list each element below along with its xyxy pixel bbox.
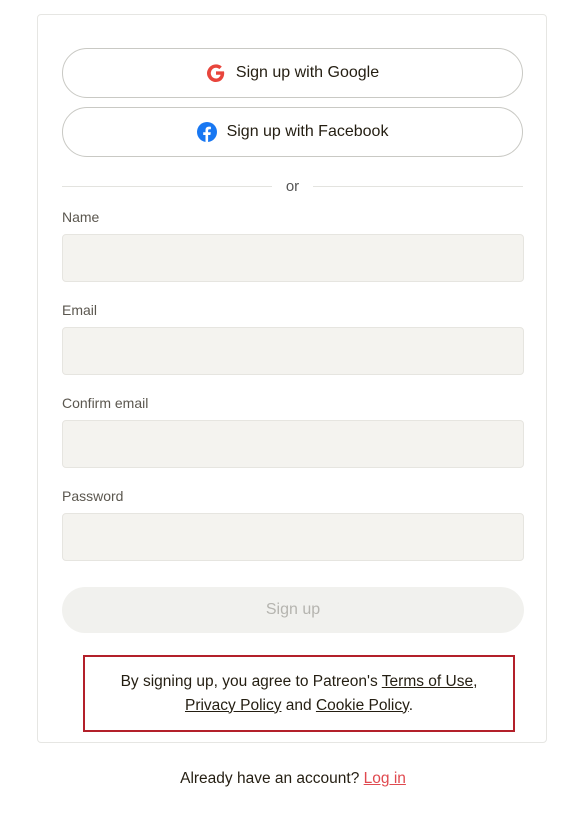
terms-line-1: By signing up, you agree to Patreon's Te… — [121, 670, 478, 694]
terms-notice: By signing up, you agree to Patreon's Te… — [83, 655, 515, 732]
cookie-policy-link[interactable]: Cookie Policy — [316, 697, 409, 714]
sign-up-button[interactable]: Sign up — [62, 587, 524, 633]
google-icon — [206, 63, 226, 83]
signup-card: Sign up with Google Sign up with Faceboo… — [37, 14, 547, 743]
privacy-policy-link[interactable]: Privacy Policy — [185, 697, 281, 714]
terms-of-use-link[interactable]: Terms of Use — [382, 673, 473, 690]
terms-prefix: By signing up, you agree to Patreon's — [120, 672, 382, 690]
google-signup-label: Sign up with Google — [235, 64, 380, 81]
divider-line-right — [313, 185, 523, 187]
confirm-email-input[interactable] — [62, 420, 524, 468]
password-input[interactable] — [62, 513, 524, 561]
terms-line-2: Privacy Policy and Cookie Policy. — [185, 694, 413, 718]
google-signup-button[interactable]: Sign up with Google — [62, 48, 523, 98]
or-text: or — [285, 177, 300, 195]
name-input[interactable] — [62, 234, 524, 282]
email-label: Email — [62, 302, 98, 318]
divider-line-left — [62, 185, 272, 187]
or-divider: or — [62, 175, 523, 197]
facebook-icon — [196, 122, 217, 142]
terms-comma: , — [473, 672, 478, 690]
name-label: Name — [62, 209, 100, 225]
confirm-email-label: Confirm email — [62, 395, 149, 411]
facebook-signup-button[interactable]: Sign up with Facebook — [62, 107, 523, 157]
login-link[interactable]: Log in — [364, 770, 406, 787]
email-input[interactable] — [62, 327, 524, 375]
facebook-signup-label: Sign up with Facebook — [226, 123, 389, 140]
login-prompt-text: Already have an account? — [180, 770, 364, 787]
terms-and: and — [281, 696, 316, 714]
login-prompt: Already have an account? Log in — [0, 770, 586, 788]
terms-period: . — [408, 696, 414, 714]
password-label: Password — [62, 488, 124, 504]
